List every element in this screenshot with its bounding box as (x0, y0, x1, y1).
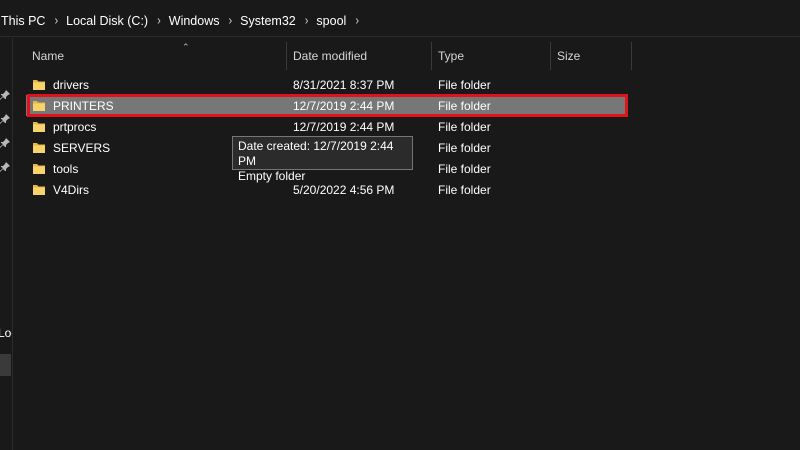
file-name: prtprocs (53, 119, 97, 134)
column-header: ⌃ Name Date modified Type Size (26, 42, 632, 70)
file-date: 5/20/2022 4:56 PM (293, 182, 395, 197)
sort-up-icon: ⌃ (182, 42, 190, 52)
address-bar[interactable]: This PC › Local Disk (C:) › Windows › Sy… (0, 6, 800, 37)
file-type: File folder (438, 98, 491, 113)
nav-item-local[interactable]: Local (0, 326, 12, 340)
breadcrumb-label: Local Disk (C:) (66, 14, 149, 28)
file-name: PRINTERS (53, 98, 114, 113)
column-name[interactable]: ⌃ Name (26, 42, 287, 70)
chevron-right-icon[interactable]: › (224, 14, 240, 28)
file-name: SERVERS (53, 140, 111, 155)
pin-icon (0, 114, 10, 124)
file-type: File folder (438, 77, 491, 92)
file-name: V4Dirs (53, 182, 90, 197)
folder-icon (32, 183, 46, 197)
nav-item-selected[interactable] (0, 354, 11, 376)
chevron-right-icon[interactable]: › (50, 14, 66, 28)
column-date-modified[interactable]: Date modified (287, 42, 432, 70)
column-size[interactable]: Size (551, 42, 632, 70)
folder-icon (32, 162, 46, 176)
column-date-label: Date modified (293, 49, 368, 63)
file-date: 8/31/2021 8:37 PM (293, 77, 395, 92)
file-type: File folder (438, 161, 491, 176)
breadcrumb-spool[interactable]: spool › (316, 14, 367, 28)
pin-icon (0, 162, 10, 172)
breadcrumb-system32[interactable]: System32 › (240, 14, 316, 28)
breadcrumb-windows[interactable]: Windows › (169, 14, 240, 28)
folder-icon (32, 120, 46, 134)
folder-icon (32, 141, 46, 155)
column-type-label: Type (438, 49, 465, 63)
file-type: File folder (438, 182, 491, 197)
folder-icon (32, 78, 46, 92)
breadcrumb-label: Windows (168, 14, 220, 28)
file-name: drivers (53, 77, 90, 92)
file-row-prtprocs[interactable]: prtprocs 12/7/2019 2:44 PM File folder (26, 116, 626, 137)
folder-icon (32, 99, 46, 113)
column-name-label: Name (32, 49, 65, 63)
breadcrumb-label: This PC (1, 14, 46, 28)
file-date: 12/7/2019 2:44 PM (293, 98, 395, 113)
file-date: 12/7/2019 2:44 PM (293, 119, 395, 134)
breadcrumb-local-disk[interactable]: Local Disk (C:) › (66, 14, 169, 28)
chevron-right-icon[interactable]: › (351, 14, 367, 28)
breadcrumb-label: spool (316, 14, 347, 28)
column-type[interactable]: Type (432, 42, 551, 70)
chevron-right-icon[interactable]: › (301, 14, 317, 28)
column-size-label: Size (557, 49, 581, 63)
tooltip-folder-status: Empty folder (238, 169, 306, 183)
navigation-pane[interactable]: Local (0, 38, 13, 450)
file-name: tools (53, 161, 79, 176)
breadcrumb-this-pc[interactable]: This PC › (0, 14, 66, 28)
file-row-drivers[interactable]: drivers 8/31/2021 8:37 PM File folder (26, 74, 626, 95)
pin-icon (0, 138, 10, 148)
breadcrumb-label: System32 (240, 14, 296, 28)
hover-tooltip: Date created: 12/7/2019 2:44 PM Empty fo… (232, 136, 413, 183)
chevron-right-icon[interactable]: › (153, 14, 169, 28)
pin-icon (0, 90, 10, 100)
tooltip-date-created: Date created: 12/7/2019 2:44 PM (238, 139, 394, 168)
file-type: File folder (438, 119, 491, 134)
file-type: File folder (438, 140, 491, 155)
file-row-printers[interactable]: PRINTERS 12/7/2019 2:44 PM File folder (26, 94, 628, 117)
